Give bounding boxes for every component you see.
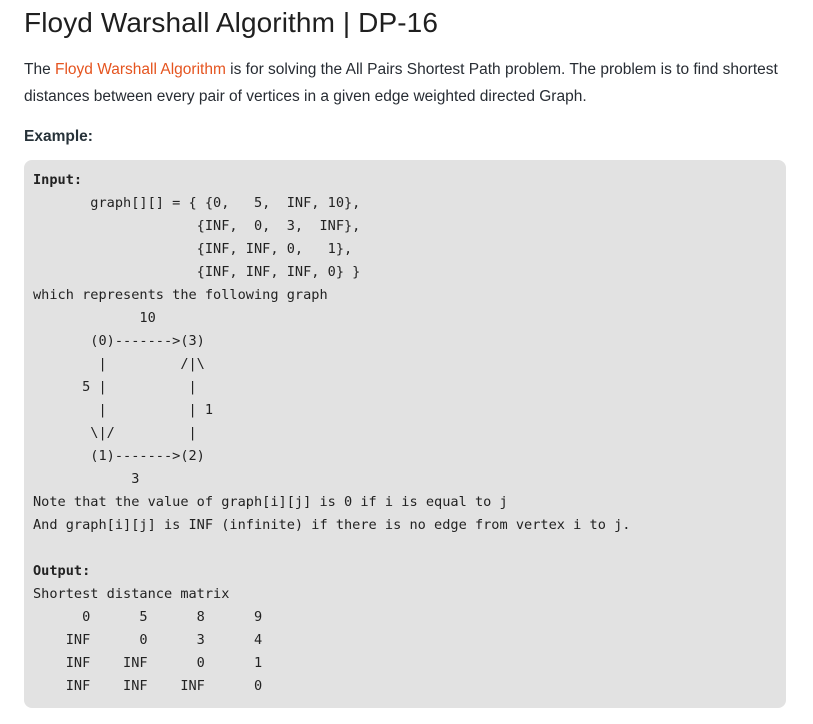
code-content: Input: graph[][] = { {0, 5, INF, 10}, {I… bbox=[33, 169, 777, 698]
graph-line: (1)------->(2) bbox=[33, 448, 205, 464]
output-line: INF 0 3 4 bbox=[33, 632, 263, 648]
graph-line: 3 bbox=[33, 471, 140, 487]
code-line: {INF, 0, 3, INF}, bbox=[33, 218, 361, 234]
graph-line: | /|\ bbox=[33, 356, 205, 372]
graph-line: 5 | | bbox=[33, 379, 197, 395]
code-line: graph[][] = { {0, 5, INF, 10}, bbox=[33, 195, 361, 211]
output-line: INF INF INF 0 bbox=[33, 678, 263, 694]
example-heading: Example: bbox=[24, 128, 93, 145]
article: Floyd Warshall Algorithm | DP-16 The Flo… bbox=[24, 0, 789, 708]
code-line: which represents the following graph bbox=[33, 287, 328, 303]
graph-line: | | 1 bbox=[33, 402, 214, 418]
output-line: Shortest distance matrix bbox=[33, 586, 230, 602]
output-line: INF INF 0 1 bbox=[33, 655, 263, 671]
graph-line: (0)------->(3) bbox=[33, 333, 205, 349]
output-label: Output: bbox=[33, 563, 91, 579]
graph-line: \|/ | bbox=[33, 425, 197, 441]
intro-paragraph: The Floyd Warshall Algorithm is for solv… bbox=[24, 56, 789, 110]
output-line: 0 5 8 9 bbox=[33, 609, 263, 625]
code-line: And graph[i][j] is INF (infinite) if the… bbox=[33, 517, 631, 533]
input-label: Input: bbox=[33, 172, 83, 188]
page-title: Floyd Warshall Algorithm | DP-16 bbox=[24, 7, 439, 38]
code-line: {INF, INF, INF, 0} } bbox=[33, 264, 361, 280]
floyd-warshall-link[interactable]: Floyd Warshall Algorithm bbox=[55, 61, 226, 78]
graph-line: 10 bbox=[33, 310, 156, 326]
code-line: {INF, INF, 0, 1}, bbox=[33, 241, 353, 257]
example-code-block: Input: graph[][] = { {0, 5, INF, 10}, {I… bbox=[24, 160, 786, 708]
code-line: Note that the value of graph[i][j] is 0 … bbox=[33, 494, 508, 510]
intro-text-before-link: The bbox=[24, 61, 56, 78]
